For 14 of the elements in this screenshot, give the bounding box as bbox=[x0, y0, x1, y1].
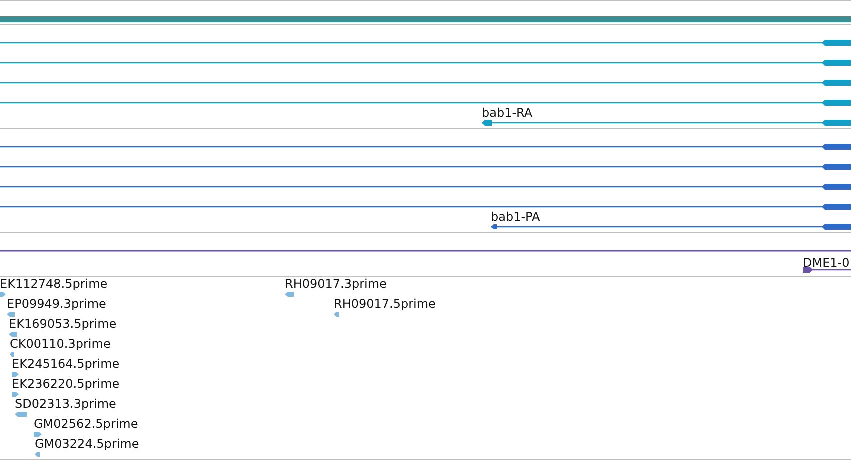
est-label: EK245164.5prime bbox=[12, 357, 120, 371]
est-label: RH09017.5prime bbox=[334, 297, 436, 311]
est-label: EK236220.5prime bbox=[12, 377, 120, 391]
gene-label: DME1-0 bbox=[803, 256, 850, 270]
est-label: GM03224.5prime bbox=[35, 437, 140, 451]
est-label: GM02562.5prime bbox=[34, 417, 138, 431]
est-label: RH09017.3prime bbox=[285, 277, 387, 291]
est-label: EK112748.5prime bbox=[0, 277, 108, 291]
transcript-label: bab1-RA bbox=[482, 106, 533, 120]
transcript-label: bab1-PA bbox=[491, 210, 540, 224]
est-label: SD02313.3prime bbox=[15, 397, 116, 411]
est-label: EP09949.3prime bbox=[7, 297, 106, 311]
est-label: CK00110.3prime bbox=[10, 337, 111, 351]
est-label: EK169053.5prime bbox=[9, 317, 117, 331]
